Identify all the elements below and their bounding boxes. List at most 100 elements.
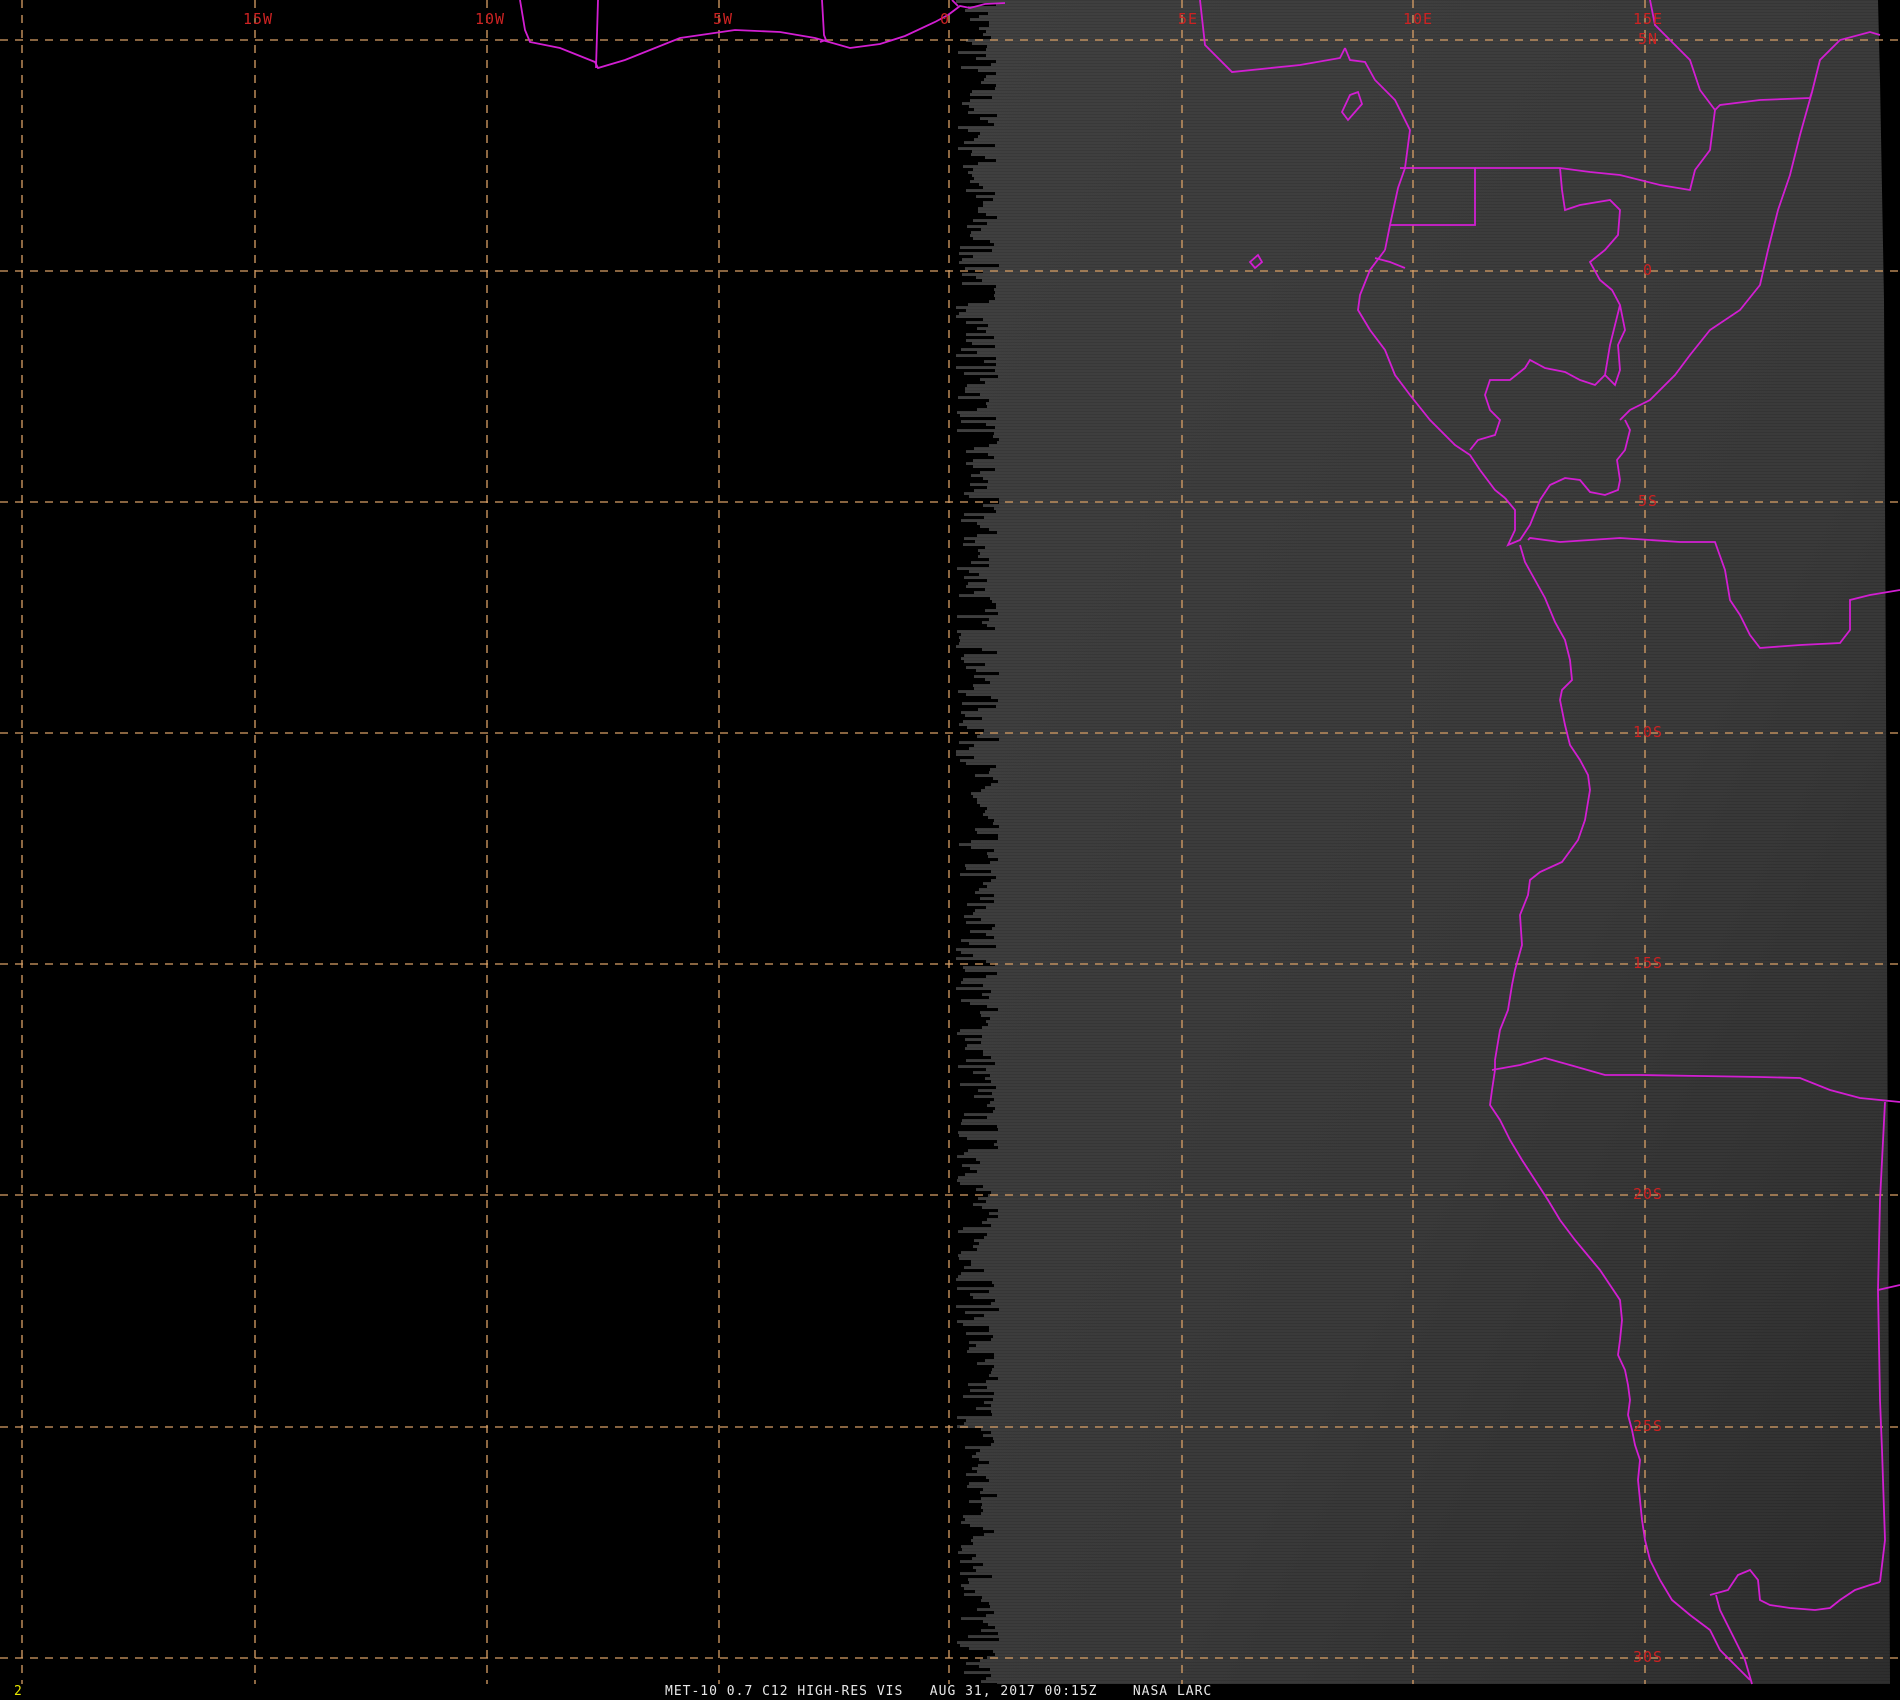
scanline-artifact [948, 339, 966, 342]
scanline-artifact [948, 201, 983, 204]
scanline-artifact [948, 408, 977, 411]
scanline-artifact [948, 1140, 997, 1143]
latitude-label: 10S [1633, 723, 1663, 741]
scanline-artifact [948, 108, 974, 111]
scanline-artifact [948, 1548, 962, 1551]
scanline-artifact [948, 786, 985, 789]
scanline-artifact [948, 1542, 973, 1545]
scanline-artifact [948, 915, 964, 918]
scanline-artifact [948, 1440, 994, 1443]
scanline-artifact [948, 801, 977, 804]
scanline-artifact [948, 474, 971, 477]
scanline-artifact [948, 180, 970, 183]
scanline-artifact [948, 1281, 992, 1284]
scanline-artifact [948, 1422, 964, 1425]
scanline-artifact [948, 1182, 960, 1185]
scanline-artifact [948, 207, 978, 210]
scanline-artifact [948, 1383, 968, 1386]
scanline-artifact [948, 402, 986, 405]
scanline-artifact [948, 222, 987, 225]
scanline-artifact [948, 504, 983, 507]
scanline-artifact [948, 906, 986, 909]
scanline-artifact [948, 429, 957, 432]
scanline-artifact [948, 1044, 967, 1047]
scanline-artifact [948, 663, 985, 666]
scanline-artifact [948, 654, 964, 657]
scanline-artifact [948, 219, 973, 222]
scanline-artifact [948, 150, 972, 153]
scanline-artifact [948, 1323, 963, 1326]
scanline-artifact [948, 321, 966, 324]
scanline-artifact [948, 585, 966, 588]
scanline-artifact [948, 1380, 986, 1383]
scanline-artifact [948, 1563, 983, 1566]
scanline-artifact [948, 75, 986, 78]
scanline-artifact [948, 1197, 978, 1200]
scanline-artifact [948, 825, 999, 828]
scanline-artifact [948, 93, 970, 96]
scanline-artifact [948, 168, 973, 171]
scanline-artifact [948, 588, 985, 591]
scanline-artifact [948, 963, 995, 966]
scanline-artifact [948, 15, 979, 18]
scanline-artifact [948, 1518, 965, 1521]
scanline-artifact [948, 990, 991, 993]
scanline-artifact [948, 1455, 972, 1458]
scanline-artifact [948, 483, 970, 486]
scanline-artifact [948, 228, 981, 231]
scanline-artifact [948, 822, 993, 825]
scanline-artifact [948, 1221, 982, 1224]
longitude-label: 10E [1403, 10, 1433, 28]
scanline-artifact [948, 273, 962, 276]
scanline-artifact [948, 909, 975, 912]
scanline-artifact [948, 312, 959, 315]
scanline-artifact [948, 1035, 982, 1038]
scanline-artifact [948, 240, 990, 243]
scanline-artifact [948, 1674, 991, 1677]
scanline-artifact [948, 1434, 983, 1437]
scanline-artifact [948, 27, 979, 30]
scanline-artifact [948, 573, 979, 576]
scanline-artifact [948, 21, 989, 24]
scanline-artifact [948, 333, 966, 336]
scanline-artifact [948, 471, 980, 474]
scanline-artifact [948, 795, 973, 798]
scanline-artifact [948, 735, 977, 738]
scanline-artifact [948, 1224, 991, 1227]
scanline-artifact [948, 45, 987, 48]
scanline-artifact [948, 48, 986, 51]
scanline-artifact [948, 888, 979, 891]
scanline-artifact [948, 1629, 981, 1632]
scanline-artifact [948, 1653, 995, 1656]
scanline-artifact [948, 921, 966, 924]
scanline-artifact [948, 660, 964, 663]
scanline-artifact [948, 1098, 994, 1101]
scanline-artifact [948, 1392, 994, 1395]
scanline-artifact [948, 90, 972, 93]
scanline-artifact [948, 348, 961, 351]
scanline-artifact [948, 597, 990, 600]
scanline-artifact [948, 399, 989, 402]
scanline-artifact [948, 1584, 961, 1587]
scanline-artifact [948, 1590, 975, 1593]
scanline-artifact [948, 1308, 999, 1311]
scanline-artifact [948, 1614, 986, 1617]
scanline-artifact [948, 54, 986, 57]
scanline-artifact [948, 171, 968, 174]
scanline-artifact [948, 1479, 989, 1482]
scanline-artifact [948, 546, 985, 549]
scanline-artifact [948, 720, 963, 723]
scanline-artifact [948, 1014, 981, 1017]
scanline-artifact [948, 747, 969, 750]
scanline-artifact [948, 1191, 991, 1194]
scanline-artifact [948, 225, 967, 228]
scanline-artifact [948, 1680, 981, 1683]
scanline-artifact [948, 1413, 992, 1416]
scanline-artifact [948, 954, 973, 957]
scanline-artifact [948, 966, 963, 969]
scanline-artifact [948, 210, 978, 213]
scanline-artifact [948, 1110, 993, 1113]
scanline-artifact [948, 648, 982, 651]
scanline-artifact [948, 1368, 992, 1371]
scanline-artifact [948, 1233, 987, 1236]
